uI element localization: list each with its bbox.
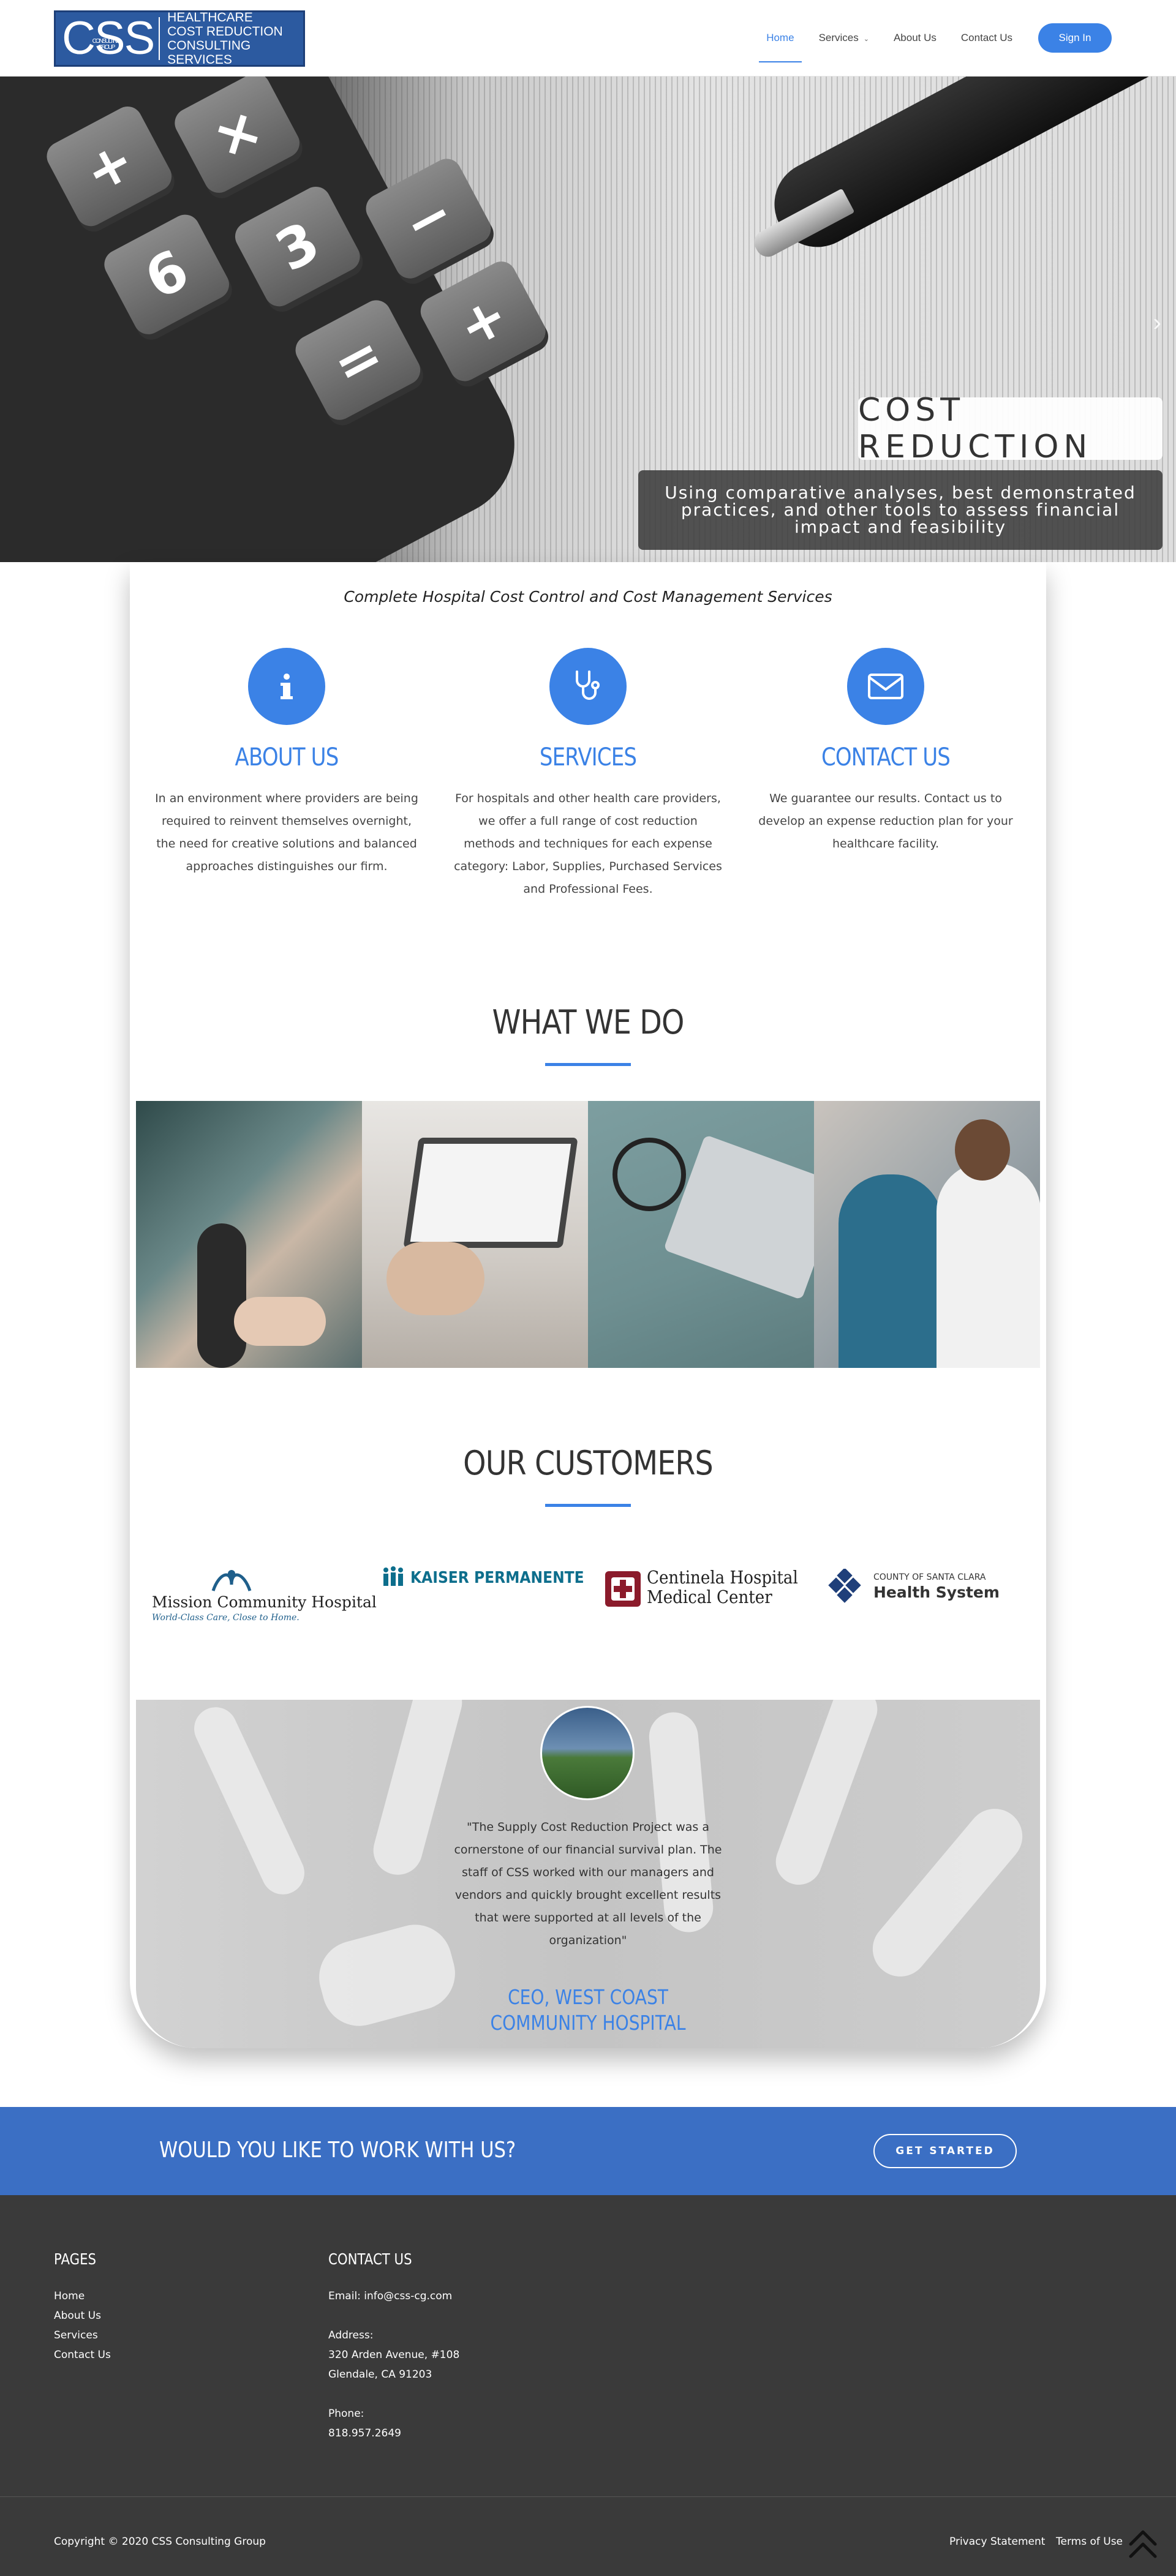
mission-community-hospital-logo: Mission Community Hospital World-Class C… bbox=[152, 1566, 377, 1640]
blood-pressure-image bbox=[136, 1101, 362, 1368]
calc-key: + bbox=[42, 101, 177, 231]
back-to-top-icon[interactable] bbox=[1126, 2526, 1160, 2560]
chevron-down-icon: ⌄ bbox=[863, 36, 869, 43]
hero-slider: + × 6 3 − + = › COST REDUCTION Using com… bbox=[0, 77, 1176, 562]
testimonial-section: "The Supply Cost Reduction Project was a… bbox=[136, 1700, 1040, 2048]
laptop-analytics-image bbox=[362, 1101, 588, 1368]
footer-address-label: Address: bbox=[328, 2329, 374, 2341]
feature-services: SERVICES For hospitals and other health … bbox=[447, 648, 729, 901]
feature-title[interactable]: SERVICES bbox=[469, 743, 708, 772]
terms-of-use-link[interactable]: Terms of Use bbox=[1056, 2536, 1123, 2548]
feature-text: In an environment where providers are be… bbox=[155, 792, 418, 873]
feature-about-us: ABOUT US In an environment where provide… bbox=[146, 648, 428, 878]
nav-home[interactable]: Home bbox=[759, 27, 802, 62]
feature-title[interactable]: CONTACT US bbox=[766, 743, 1006, 772]
title-underline bbox=[545, 1063, 631, 1066]
footer-link-services[interactable]: Services bbox=[54, 2329, 98, 2341]
cta-text: WOULD YOU LIKE TO WORK WITH US? bbox=[159, 2138, 516, 2163]
privacy-statement-link[interactable]: Privacy Statement bbox=[949, 2536, 1045, 2548]
testimonial-author: CEO, WEST COAST COMMUNITY HOSPITAL bbox=[490, 1985, 686, 2035]
logo-monogram: CSS CONSULTING GROUP bbox=[62, 12, 155, 64]
footer-contact-title: CONTACT US bbox=[328, 2250, 412, 2268]
info-icon[interactable] bbox=[248, 648, 325, 725]
chevron-right-icon[interactable]: › bbox=[1153, 309, 1161, 337]
main-content-card: Complete Hospital Cost Control and Cost … bbox=[130, 562, 1046, 2048]
feature-title[interactable]: ABOUT US bbox=[167, 743, 407, 772]
doctors-xray-image bbox=[814, 1101, 1040, 1368]
calc-key: 6 bbox=[99, 209, 235, 340]
testimonial-quote: "The Supply Cost Reduction Project was a… bbox=[454, 1820, 722, 1947]
nav-contact-us[interactable]: Contact Us bbox=[961, 27, 1012, 49]
site-footer: PAGES Home About Us Services Contact Us … bbox=[0, 2195, 1176, 2576]
stethoscope-laptop-image bbox=[588, 1101, 814, 1368]
main-nav: Home Services ⌄ About Us Contact Us Sign … bbox=[742, 23, 1112, 62]
footer-address-line1: 320 Arden Avenue, #108 bbox=[328, 2349, 460, 2361]
envelope-icon[interactable] bbox=[847, 648, 924, 725]
footer-link-about-us[interactable]: About Us bbox=[54, 2310, 101, 2322]
xray-bone bbox=[769, 1700, 884, 1891]
what-we-do-gallery bbox=[136, 1101, 1040, 1368]
footer-link-contact-us[interactable]: Contact Us bbox=[54, 2349, 111, 2361]
nav-services[interactable]: Services ⌄ bbox=[819, 27, 869, 49]
hero-caption: Using comparative analyses, best demonst… bbox=[638, 470, 1163, 550]
nav-about-us[interactable]: About Us bbox=[894, 27, 937, 49]
our-customers-title: OUR CUSTOMERS bbox=[463, 1444, 714, 1482]
footer-address-line2: Glendale, CA 91203 bbox=[328, 2368, 432, 2381]
what-we-do-title: WHAT WE DO bbox=[492, 1003, 684, 1042]
title-underline bbox=[545, 1504, 631, 1507]
site-header: CSS CONSULTING GROUP HEALTHCARE COST RED… bbox=[0, 0, 1176, 77]
logo[interactable]: CSS CONSULTING GROUP HEALTHCARE COST RED… bbox=[54, 10, 305, 67]
footer-phone[interactable]: 818.957.2649 bbox=[328, 2427, 401, 2439]
sign-in-button[interactable]: Sign In bbox=[1038, 23, 1112, 53]
feature-text: We guarantee our results. Contact us to … bbox=[758, 792, 1013, 851]
hero-title: COST REDUCTION bbox=[858, 392, 1163, 465]
centinela-hospital-logo: Centinela Hospital Medical Center bbox=[605, 1566, 807, 1640]
feature-contact-us: CONTACT US We guarantee our results. Con… bbox=[745, 648, 1027, 855]
footer-divider bbox=[0, 2496, 1176, 2497]
calc-key: × bbox=[169, 77, 305, 198]
santa-clara-health-system-logo: COUNTY OF SANTA CLARA Health System bbox=[824, 1566, 1033, 1640]
xray-bone bbox=[187, 1700, 312, 1902]
kaiser-permanente-logo: KAISER PERMANENTE bbox=[381, 1566, 584, 1640]
footer-phone-label: Phone: bbox=[328, 2408, 364, 2420]
feature-text: For hospitals and other health care prov… bbox=[454, 792, 722, 896]
cta-band: WOULD YOU LIKE TO WORK WITH US? GET STAR… bbox=[0, 2107, 1176, 2195]
logo-subtitle: CONSULTING GROUP bbox=[92, 38, 121, 51]
logo-divider bbox=[159, 17, 160, 60]
logo-text: HEALTHCARE COST REDUCTION CONSULTING SER… bbox=[167, 10, 283, 67]
copyright: Copyright © 2020 CSS Consulting Group bbox=[54, 2536, 266, 2548]
get-started-button[interactable]: GET STARTED bbox=[873, 2134, 1017, 2168]
footer-email[interactable]: Email: info@css-cg.com bbox=[328, 2290, 452, 2302]
tagline: Complete Hospital Cost Control and Cost … bbox=[344, 588, 832, 606]
footer-link-home[interactable]: Home bbox=[54, 2290, 85, 2302]
calc-key: 3 bbox=[230, 181, 366, 312]
xray-bone bbox=[861, 1797, 1034, 1988]
stethoscope-icon[interactable] bbox=[549, 648, 627, 725]
hospital-avatar bbox=[540, 1706, 635, 1800]
calc-key: = bbox=[290, 295, 426, 426]
footer-pages-title: PAGES bbox=[54, 2250, 97, 2268]
customer-logos: Mission Community Hospital World-Class C… bbox=[136, 1566, 1040, 1640]
